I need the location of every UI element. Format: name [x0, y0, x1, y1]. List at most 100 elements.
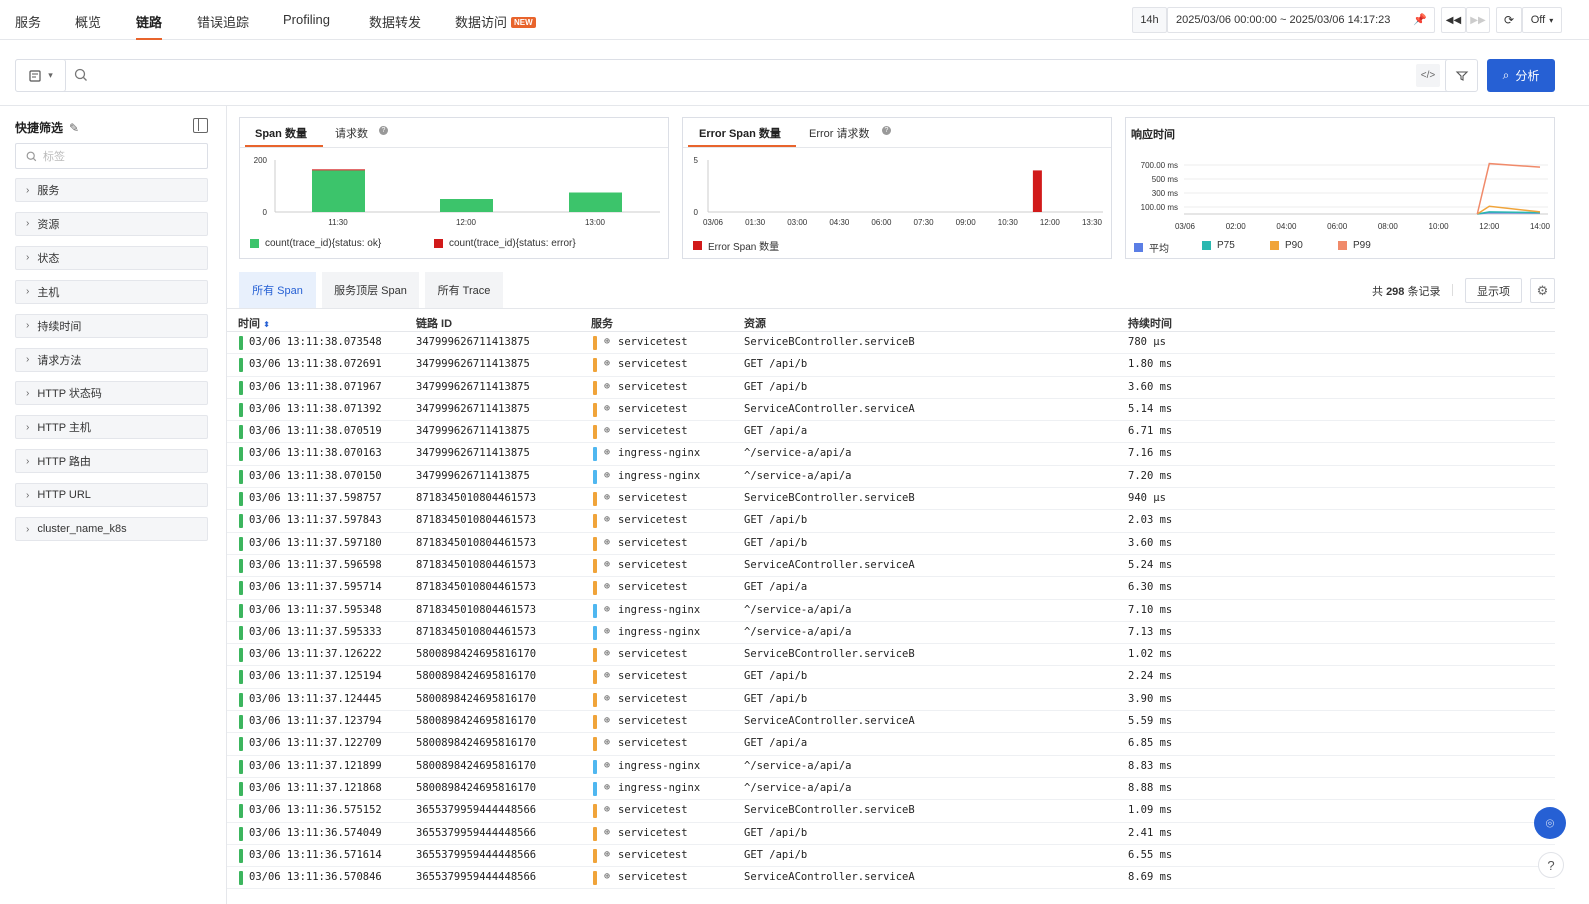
filter-item[interactable]: › cluster_name_k8s	[15, 517, 208, 541]
tab-overview[interactable]: 概览	[75, 12, 101, 40]
table-row[interactable]: 03/06 13:11:37.123794 5800898424695816170…	[227, 711, 1555, 734]
table-row[interactable]: 03/06 13:11:38.070163 347999626711413875 ⊕…	[227, 443, 1555, 466]
filter-item[interactable]: › HTTP URL	[15, 483, 208, 508]
tab-error-request-count[interactable]: Error 请求数	[809, 125, 870, 147]
rewind-icon: ◀◀	[1445, 14, 1462, 26]
globe-icon: ⊕	[604, 826, 611, 838]
tab-request-count[interactable]: 请求数	[335, 125, 368, 147]
refresh-button[interactable]: ⟳	[1496, 7, 1522, 33]
table-row[interactable]: 03/06 13:11:36.570846 3655379959444448566…	[227, 867, 1555, 890]
tag-search-field[interactable]: 标签	[15, 143, 208, 169]
display-columns-button[interactable]: 显示项	[1465, 278, 1522, 303]
table-row[interactable]: 03/06 13:11:38.070519 347999626711413875 ⊕…	[227, 421, 1555, 444]
query-mode-select[interactable]: ▾	[15, 59, 66, 92]
time-range-picker[interactable]: 2025/03/06 00:00:00 ~ 2025/03/06 14:17:2…	[1167, 7, 1435, 33]
tab-data-forwarding[interactable]: 数据转发	[369, 12, 421, 40]
cell-trace-id: 8718345010804461573	[416, 603, 537, 616]
table-row[interactable]: 03/06 13:11:37.122709 5800898424695816170…	[227, 733, 1555, 756]
chevron-down-icon: ▾	[1549, 15, 1554, 25]
search-input[interactable]	[94, 62, 1404, 89]
cell-service: servicetest	[618, 402, 688, 415]
forward-button[interactable]: ▶▶	[1466, 7, 1490, 33]
tab-data-access[interactable]: 数据访问 NEW	[455, 12, 536, 40]
filter-item[interactable]: › 服务	[15, 178, 208, 202]
table-row[interactable]: 03/06 13:11:36.575152 3655379959444448566…	[227, 800, 1555, 823]
filter-item[interactable]: › 资源	[15, 211, 208, 236]
code-icon[interactable]: </>	[1416, 64, 1440, 87]
table-row[interactable]: 03/06 13:11:37.595348 8718345010804461573…	[227, 600, 1555, 622]
gear-icon: ⚙	[1536, 282, 1549, 298]
cell-service: servicetest	[618, 826, 688, 839]
auto-refresh-select[interactable]: Off ▾	[1522, 7, 1562, 33]
cell-time: 03/06 13:11:37.595333	[249, 625, 382, 638]
table-row[interactable]: 03/06 13:11:37.596598 8718345010804461573…	[227, 555, 1555, 578]
filter-item[interactable]: › 主机	[15, 279, 208, 304]
globe-icon: ⊕	[604, 871, 611, 883]
help-button[interactable]: ?	[1538, 852, 1564, 878]
filter-item[interactable]: › HTTP 主机	[15, 415, 208, 440]
table-row[interactable]: 03/06 13:11:36.571614 3655379959444448566…	[227, 845, 1555, 868]
pin-icon[interactable]: 📌	[1413, 13, 1427, 26]
edit-icon[interactable]: ✎	[69, 121, 79, 135]
globe-icon: ⊕	[604, 625, 611, 637]
sort-icon[interactable]: ⬍	[263, 320, 270, 329]
table-row[interactable]: 03/06 13:11:37.126222 5800898424695816170…	[227, 644, 1555, 667]
table-row[interactable]: 03/06 13:11:38.070150 347999626711413875 ⊕…	[227, 466, 1555, 489]
tab-services[interactable]: 服务	[15, 12, 41, 40]
legend-error-swatch	[434, 239, 443, 248]
tab-all-traces[interactable]: 所有 Trace	[425, 272, 503, 308]
tab-span-count[interactable]: Span 数量	[255, 125, 307, 147]
table-row[interactable]: 03/06 13:11:38.071967 347999626711413875 ⊕…	[227, 377, 1555, 399]
latency-legend-item: P99	[1338, 240, 1371, 251]
settings-button[interactable]: ⚙	[1530, 278, 1555, 303]
col-time[interactable]: 时间 ⬍	[238, 315, 270, 331]
ai-assistant-button[interactable]: ⌾	[1534, 807, 1566, 839]
rewind-button[interactable]: ◀◀	[1441, 7, 1466, 33]
latency-legend-item: P75	[1202, 240, 1235, 251]
col-duration: 持续时间	[1128, 318, 1172, 330]
table-row[interactable]: 03/06 13:11:37.121868 5800898424695816170…	[227, 778, 1555, 801]
filter-item[interactable]: › 请求方法	[15, 347, 208, 372]
analyze-button[interactable]: ⌕ 分析	[1487, 59, 1555, 92]
filter-item[interactable]: › HTTP 状态码	[15, 381, 208, 406]
status-indicator	[239, 425, 243, 440]
table-row[interactable]: 03/06 13:11:37.124445 5800898424695816170…	[227, 689, 1555, 712]
tab-profiling[interactable]: Profiling	[283, 12, 330, 40]
cell-resource: GET /api/b	[744, 826, 808, 839]
y-tick-label: 0	[694, 208, 699, 217]
table-row[interactable]: 03/06 13:11:37.595333 8718345010804461573…	[227, 622, 1555, 645]
filter-item[interactable]: › HTTP 路由	[15, 449, 208, 474]
table-row[interactable]: 03/06 13:11:38.071392 347999626711413875 ⊕…	[227, 399, 1555, 422]
legend-error-label: count(trace_id){status: error}	[449, 238, 576, 249]
table-row[interactable]: 03/06 13:11:38.072691 347999626711413875 ⊕…	[227, 354, 1555, 377]
x-tick-label: 02:00	[1226, 222, 1247, 231]
table-row[interactable]: 03/06 13:11:36.574049 3655379959444448566…	[227, 823, 1555, 845]
tab-service-top-spans[interactable]: 服务顶层 Span	[322, 272, 419, 308]
tab-error-span-count[interactable]: Error Span 数量	[699, 125, 781, 147]
table-row[interactable]: 03/06 13:11:37.597180 8718345010804461573…	[227, 533, 1555, 555]
cell-resource: GET /api/b	[744, 848, 808, 861]
filter-item[interactable]: › 持续时间	[15, 313, 208, 338]
cell-service: ingress-nginx	[618, 625, 701, 638]
table-row[interactable]: 03/06 13:11:37.595714 8718345010804461573…	[227, 577, 1555, 600]
cell-resource: GET /api/b	[744, 358, 808, 371]
tab-error-tracking[interactable]: 错误追踪	[197, 12, 249, 40]
cell-time: 03/06 13:11:37.596598	[249, 558, 382, 571]
cell-duration: 8.88 ms	[1128, 781, 1173, 794]
span-count-card: Span 数量 请求数 ? 200 0 11:30 12:00 13:00 count(…	[239, 117, 669, 259]
table-row[interactable]: 03/06 13:11:37.121899 5800898424695816170…	[227, 756, 1555, 778]
table-row[interactable]: 03/06 13:11:38.073548 347999626711413875 ⊕…	[227, 332, 1555, 355]
filter-item[interactable]: › 状态	[15, 245, 208, 270]
collapse-sidebar-icon[interactable]	[193, 118, 208, 133]
table-row[interactable]: 03/06 13:11:37.597843 8718345010804461573…	[227, 510, 1555, 533]
filter-button[interactable]	[1445, 59, 1478, 92]
table-row[interactable]: 03/06 13:11:37.125194 5800898424695816170…	[227, 666, 1555, 689]
cell-service: servicetest	[618, 380, 688, 393]
filter-item-label: 资源	[37, 218, 60, 231]
tab-traces[interactable]: 链路	[136, 12, 163, 40]
time-preset[interactable]: 14h	[1132, 7, 1167, 33]
table-row[interactable]: 03/06 13:11:37.598757 8718345010804461573…	[227, 488, 1555, 511]
cell-time: 03/06 13:11:37.121899	[249, 759, 382, 772]
cell-time: 03/06 13:11:37.126222	[249, 648, 382, 661]
tab-all-spans[interactable]: 所有 Span	[239, 272, 316, 308]
